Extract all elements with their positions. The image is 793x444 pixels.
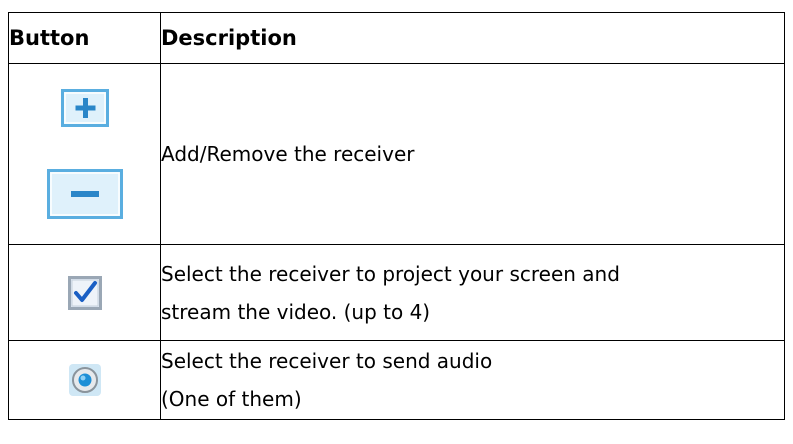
description-line: Select the receiver to project your scre… [161,261,620,286]
button-cell [8,63,161,245]
radio-button-icon [68,364,101,396]
table-row: Select the receiver to send audio (One o… [8,340,785,420]
description-line: (One of them) [161,387,302,411]
button-description-table: Button Description Add/Remove the receiv… [8,12,785,420]
checkbox-checked-icon [67,275,102,310]
description-cell: Add/Remove the receiver [160,63,785,245]
description-cell: Select the receiver to send audio (One o… [160,340,785,420]
table-row: Select the receiver to project your scre… [8,244,785,341]
plus-button-icon [60,89,109,127]
description-cell: Select the receiver to project your scre… [160,244,785,341]
header-button: Button [8,12,161,64]
description-text: Add/Remove the receiver [161,142,415,166]
button-cell [8,340,161,420]
table-header-row: Button Description [8,12,785,64]
description-line: Select the receiver to send audio [161,349,493,373]
header-description: Description [160,12,785,64]
description-line: stream the video. (up to 4) [161,299,431,324]
minus-button-icon [46,169,123,219]
table-row: Add/Remove the receiver [8,63,785,245]
button-cell [8,244,161,341]
